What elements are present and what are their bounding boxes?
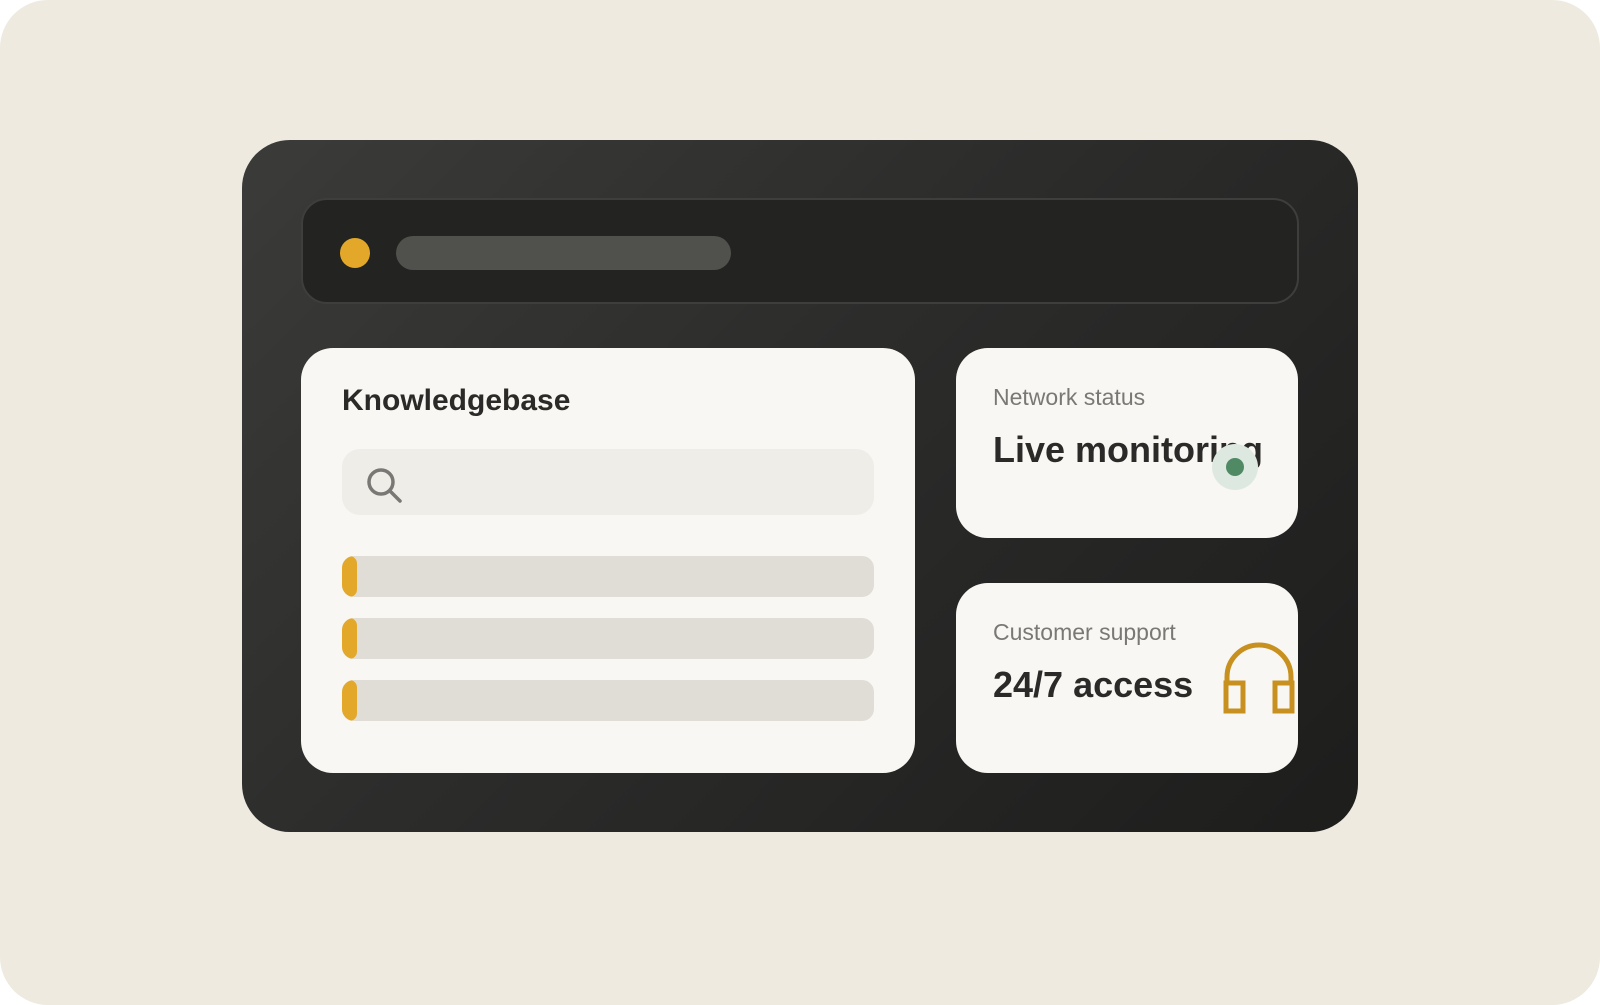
customer-support-card[interactable]: Customer support 24/7 access [956,583,1298,773]
online-dot [1226,458,1244,476]
knowledgebase-search-input[interactable] [342,449,874,515]
search-icon [367,468,402,503]
network-status-card[interactable]: Network status Live monitoring [956,348,1298,538]
background-canvas: Knowledgebase Network status Live monito… [0,0,1600,1005]
status-dot-icon [340,238,370,268]
item-accent-marker [342,556,357,597]
knowledgebase-item[interactable] [342,618,874,659]
item-accent-marker [342,680,357,721]
customer-support-value: 24/7 access [993,664,1194,705]
customer-support-label: Customer support [993,619,1176,645]
online-indicator-icon [1212,444,1258,490]
knowledgebase-item[interactable] [342,680,874,721]
headset-icon [1223,642,1295,714]
address-bar[interactable] [396,236,731,270]
knowledgebase-card: Knowledgebase [301,348,915,773]
network-status-label: Network status [993,384,1146,410]
knowledgebase-list [342,556,874,742]
app-window: Knowledgebase Network status Live monito… [242,140,1358,832]
top-bar [301,198,1299,304]
item-accent-marker [342,618,357,659]
knowledgebase-title: Knowledgebase [342,384,571,417]
knowledgebase-item[interactable] [342,556,874,597]
